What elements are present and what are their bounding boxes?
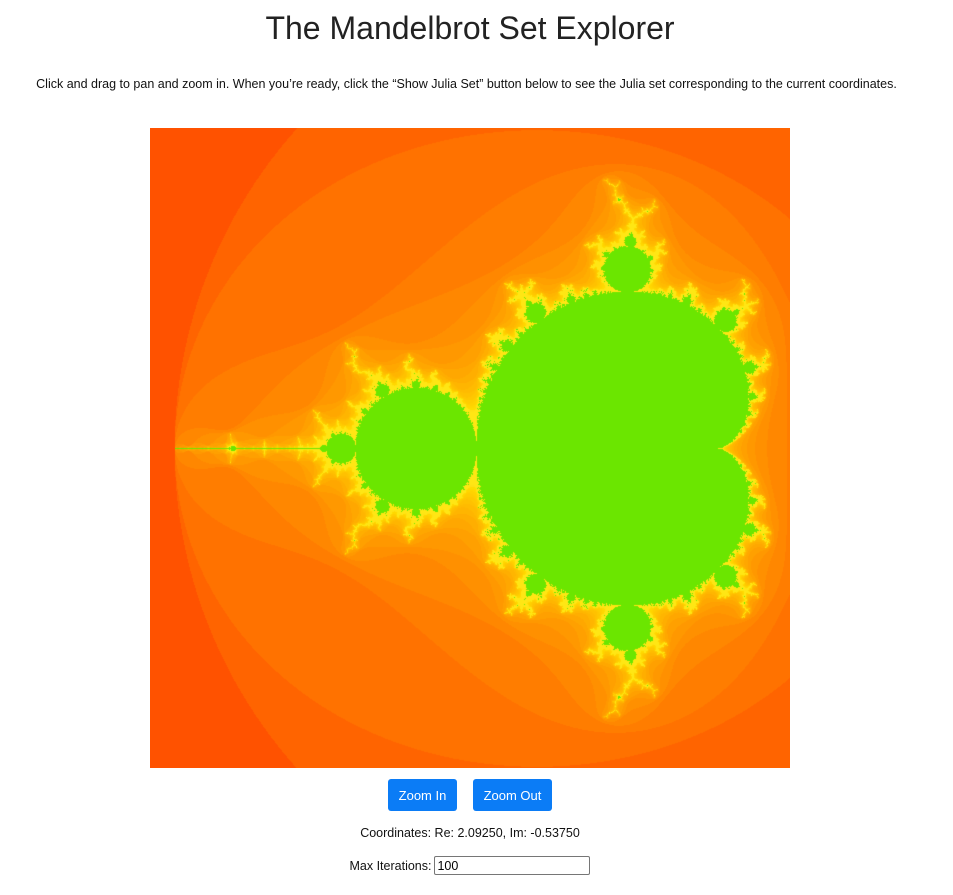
max-iterations-label: Max Iterations: [349, 858, 432, 873]
max-iterations-row: Max Iterations: [0, 856, 940, 875]
zoom-controls: Zoom In Zoom Out [0, 779, 940, 811]
zoom-out-button[interactable]: Zoom Out [473, 779, 552, 811]
mandelbrot-canvas-wrap[interactable] [150, 128, 790, 768]
max-iterations-input[interactable] [434, 856, 591, 875]
page: The Mandelbrot Set Explorer Click and dr… [0, 0, 953, 895]
page-title: The Mandelbrot Set Explorer [265, 10, 675, 46]
zoom-in-button[interactable]: Zoom In [388, 779, 457, 811]
coordinates-readout: Coordinates: Re: 2.09250, Im: -0.53750 [360, 826, 580, 840]
mandelbrot-canvas[interactable] [150, 128, 790, 768]
instructions-text: Click and drag to pan and zoom in. When … [36, 77, 897, 91]
